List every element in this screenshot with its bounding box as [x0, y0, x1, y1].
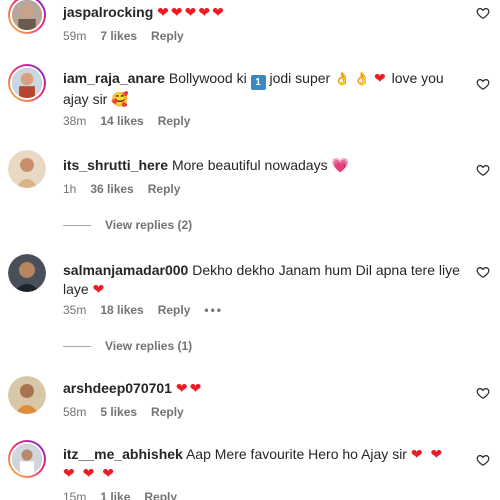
comment-username[interactable]: arshdeep070701: [63, 380, 172, 396]
avatar[interactable]: [8, 376, 46, 414]
pink-heart-emoji: 💗: [331, 157, 351, 173]
red-heart-emoji: ❤: [92, 281, 107, 297]
heart-outline-icon[interactable]: [476, 265, 490, 279]
reply-button[interactable]: Reply: [158, 114, 191, 128]
comment-text: ajay sir: [63, 91, 108, 107]
red-heart-emoji: ❤ ❤: [410, 446, 445, 462]
avatar-image: [8, 254, 46, 292]
likes-count[interactable]: 1 like: [100, 490, 130, 500]
avatar[interactable]: [8, 440, 46, 478]
comment-username[interactable]: salmanjamadar000: [63, 262, 188, 278]
avatar-image: [12, 444, 42, 474]
comment-username[interactable]: its_shrutti_here: [63, 157, 168, 173]
likes-count[interactable]: 7 likes: [100, 29, 137, 43]
avatar[interactable]: [8, 0, 46, 34]
avatar[interactable]: [8, 254, 46, 292]
comment-username[interactable]: iam_raja_anare: [63, 70, 165, 86]
comment-time: 15m: [63, 490, 87, 500]
heart-outline-icon[interactable]: [476, 386, 490, 400]
red-heart-emoji: ❤ ❤ ❤: [63, 465, 116, 481]
view-replies-label: View replies (1): [105, 339, 193, 353]
likes-count[interactable]: 5 likes: [100, 405, 137, 419]
comment-time: 58m: [63, 405, 87, 419]
likes-count[interactable]: 36 likes: [90, 182, 133, 196]
avatar-image: [12, 68, 42, 98]
reply-button[interactable]: Reply: [151, 405, 184, 419]
comment-username[interactable]: jaspalrocking: [63, 4, 153, 20]
heart-face-emoji: 🥰: [111, 91, 131, 107]
more-options-icon[interactable]: •••: [204, 303, 223, 317]
comment-text: Bollywood ki: [168, 70, 247, 86]
likes-count[interactable]: 14 likes: [100, 114, 143, 128]
reply-button[interactable]: Reply: [148, 182, 181, 196]
red-heart-emoji: ❤❤: [175, 380, 204, 396]
avatar[interactable]: [8, 150, 46, 188]
reply-button[interactable]: Reply: [158, 303, 191, 317]
reply-button[interactable]: Reply: [151, 29, 184, 43]
comment-time: 35m: [63, 303, 87, 317]
avatar-image: [12, 0, 42, 30]
reply-button[interactable]: Reply: [144, 490, 177, 500]
view-replies-label: View replies (2): [105, 218, 193, 232]
comment-text: jodi super: [269, 70, 331, 86]
comment-username[interactable]: itz__me_abhishek: [63, 446, 183, 462]
divider-line: [63, 224, 91, 226]
avatar-image: [8, 376, 46, 414]
divider-line: [63, 345, 91, 347]
comment-text: laye: [63, 281, 89, 297]
red-heart-emoji: ❤❤❤❤❤: [157, 4, 226, 20]
view-replies-button[interactable]: View replies (1): [63, 339, 192, 353]
comment-text: Dekho dekho Janam hum Dil apna tere liye: [192, 262, 460, 278]
likes-count[interactable]: 18 likes: [100, 303, 143, 317]
comment-time: 59m: [63, 29, 87, 43]
comment-text: love you: [391, 70, 444, 86]
view-replies-button[interactable]: View replies (2): [63, 218, 192, 232]
heart-outline-icon[interactable]: [476, 453, 490, 467]
avatar-image: [8, 150, 46, 188]
avatar[interactable]: [8, 64, 46, 102]
comment-text: More beautiful nowadays: [171, 157, 328, 173]
comment-text: Aap Mere favourite Hero ho Ajay sir: [185, 446, 407, 462]
comment-time: 1h: [63, 182, 77, 196]
heart-outline-icon[interactable]: [476, 163, 490, 177]
comment-time: 38m: [63, 114, 87, 128]
heart-outline-icon[interactable]: [476, 77, 490, 91]
red-heart-emoji: ❤: [373, 70, 388, 86]
keycap-one-emoji: 1: [250, 75, 266, 90]
heart-outline-icon[interactable]: [476, 6, 490, 20]
clap-emoji: 👌 👌: [334, 71, 371, 86]
